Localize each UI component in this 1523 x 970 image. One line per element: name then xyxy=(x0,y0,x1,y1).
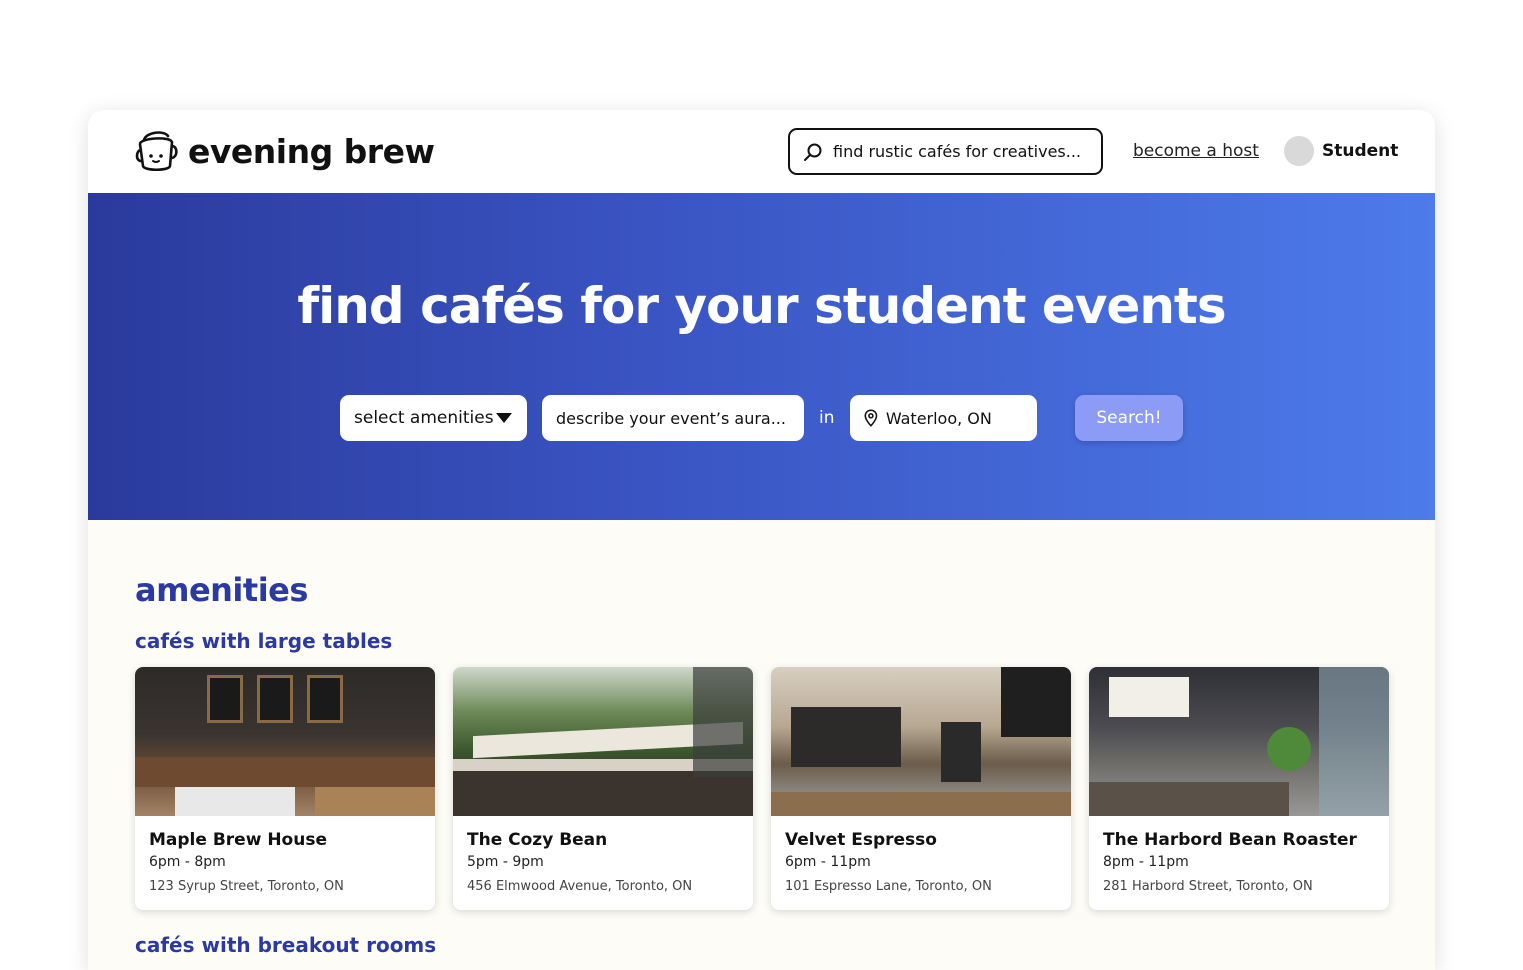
cafe-photo xyxy=(453,667,753,816)
search-icon xyxy=(804,143,822,161)
user-menu[interactable]: Student xyxy=(1284,136,1398,166)
location-input[interactable] xyxy=(885,408,1023,428)
cafe-hours: 8pm - 11pm xyxy=(1103,854,1189,870)
caret-down-icon xyxy=(496,413,512,423)
cafe-card[interactable]: Maple Brew House 6pm - 8pm 123 Syrup Str… xyxy=(135,667,435,910)
event-aura-input[interactable] xyxy=(556,408,790,428)
hero-banner: find cafés for your student events selec… xyxy=(88,193,1435,520)
cafe-card-list: Maple Brew House 6pm - 8pm 123 Syrup Str… xyxy=(135,667,1389,910)
cafe-card[interactable]: The Cozy Bean 5pm - 9pm 456 Elmwood Aven… xyxy=(453,667,753,910)
search-button[interactable]: Search! xyxy=(1075,395,1183,441)
amenities-heading: amenities xyxy=(135,571,308,609)
become-host-link[interactable]: become a host xyxy=(1133,141,1259,161)
group-title-breakout-rooms: cafés with breakout rooms xyxy=(135,933,437,957)
app-window: evening brew become a host Student find … xyxy=(88,110,1435,970)
cafe-card-body: The Harbord Bean Roaster 8pm - 11pm 281 … xyxy=(1089,816,1389,894)
cafe-name: Velvet Espresso xyxy=(785,830,937,850)
user-label: Student xyxy=(1322,141,1399,161)
cafe-hours: 5pm - 9pm xyxy=(467,854,544,870)
cafe-name: Maple Brew House xyxy=(149,830,327,850)
location-field[interactable] xyxy=(850,395,1037,441)
cafe-card-body: The Cozy Bean 5pm - 9pm 456 Elmwood Aven… xyxy=(453,816,753,894)
cafe-name: The Harbord Bean Roaster xyxy=(1103,830,1357,850)
cafe-address: 123 Syrup Street, Toronto, ON xyxy=(149,879,344,894)
amenities-select[interactable]: select amenities xyxy=(340,395,527,441)
cafe-photo xyxy=(135,667,435,816)
header-search-input[interactable] xyxy=(833,142,1093,161)
cafe-card-body: Velvet Espresso 6pm - 11pm 101 Espresso … xyxy=(771,816,1071,894)
header-search[interactable] xyxy=(788,128,1103,175)
map-pin-icon xyxy=(864,409,878,427)
group-title-large-tables: cafés with large tables xyxy=(135,629,393,653)
cafe-photo xyxy=(771,667,1071,816)
brand-name: evening brew xyxy=(188,131,435,171)
hero-title: find cafés for your student events xyxy=(297,277,1226,335)
brand-logo[interactable]: evening brew xyxy=(134,128,435,174)
top-navbar: evening brew become a host Student xyxy=(88,110,1435,193)
event-aura-field[interactable] xyxy=(542,395,804,441)
avatar[interactable] xyxy=(1284,136,1314,166)
amenities-select-label: select amenities xyxy=(354,408,494,428)
cafe-hours: 6pm - 8pm xyxy=(149,854,226,870)
cafe-address: 101 Espresso Lane, Toronto, ON xyxy=(785,879,992,894)
cafe-card[interactable]: Velvet Espresso 6pm - 11pm 101 Espresso … xyxy=(771,667,1071,910)
cafe-name: The Cozy Bean xyxy=(467,830,608,850)
cafe-address: 281 Harbord Street, Toronto, ON xyxy=(1103,879,1313,894)
coffee-cup-icon xyxy=(135,131,178,172)
cafe-card-body: Maple Brew House 6pm - 8pm 123 Syrup Str… xyxy=(135,816,435,894)
cafe-address: 456 Elmwood Avenue, Toronto, ON xyxy=(467,879,693,894)
cafe-hours: 6pm - 11pm xyxy=(785,854,871,870)
in-label: in xyxy=(819,408,835,428)
cafe-card[interactable]: The Harbord Bean Roaster 8pm - 11pm 281 … xyxy=(1089,667,1389,910)
cafe-photo xyxy=(1089,667,1389,816)
